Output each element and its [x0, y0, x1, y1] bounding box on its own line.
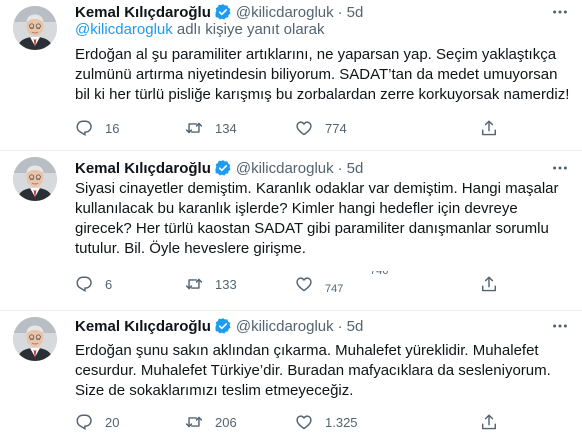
retweet-count: 133: [215, 276, 237, 292]
author-handle[interactable]: @kilicdarogluk: [236, 318, 334, 335]
share-button[interactable]: [480, 118, 498, 138]
verified-badge-icon: [214, 159, 232, 177]
like-icon: [296, 121, 312, 136]
reply-icon: [76, 120, 92, 136]
share-button[interactable]: [480, 274, 498, 294]
tweet-actions: 16 134 774: [75, 118, 505, 138]
author-name[interactable]: Kemal Kılıçdaroğlu: [75, 4, 211, 21]
separator-dot: ·: [337, 317, 343, 335]
share-button[interactable]: [480, 412, 498, 432]
tweet-text: Erdoğan al şu paramiliter artıklarını, n…: [75, 46, 570, 103]
like-count: 774: [325, 120, 347, 136]
more-options-icon[interactable]: [550, 316, 570, 336]
more-options-icon[interactable]: [550, 158, 570, 178]
retweet-icon: [185, 278, 203, 290]
reply-count: 20: [105, 414, 120, 430]
reply-to-suffix: adlı kişiye yanıt olarak: [172, 21, 325, 38]
verified-badge-icon: [214, 3, 232, 21]
like-icon: [296, 277, 312, 292]
tweet-text: Siyasi cinayetler demiştim. Karanlık oda…: [75, 180, 559, 257]
author-name[interactable]: Kemal Kılıçdaroğlu: [75, 160, 211, 177]
reply-count: 16: [105, 120, 120, 136]
author-handle[interactable]: @kilicdarogluk: [236, 160, 334, 177]
tweet-header: Kemal Kılıçdaroğlu @kilicdarogluk · 5d: [75, 316, 363, 336]
retweet-button[interactable]: 206: [185, 412, 237, 432]
like-count: 1.325: [325, 414, 358, 430]
share-icon: [481, 276, 497, 292]
reply-context: @kilicdarogluk adlı kişiye yanıt olarak: [75, 21, 325, 38]
share-icon: [481, 120, 497, 136]
verified-badge-icon: [214, 317, 232, 335]
reply-count: 6: [105, 276, 113, 292]
retweet-count: 206: [215, 414, 237, 430]
like-icon: [296, 415, 312, 430]
like-button[interactable]: 747: [295, 274, 344, 295]
tweet-header: Kemal Kılıçdaroğlu @kilicdarogluk · 5d: [75, 158, 363, 178]
like-button[interactable]: 774: [295, 118, 347, 138]
tweet-1[interactable]: Kemal Kılıçdaroğlu @kilicdarogluk · 5d @…: [0, 0, 582, 150]
author-handle[interactable]: @kilicdarogluk: [236, 4, 334, 21]
reply-icon: [76, 276, 92, 292]
like-count: 747: [325, 283, 344, 295]
tweet-actions: 20 206 1.325: [75, 412, 505, 432]
author-name[interactable]: Kemal Kılıçdaroğlu: [75, 318, 211, 335]
reply-to-handle-link[interactable]: @kilicdarogluk: [75, 21, 173, 38]
retweet-button[interactable]: 134: [185, 118, 237, 138]
tweet-text: Erdoğan şunu sakın aklından çıkarma. Muh…: [75, 342, 551, 399]
avatar[interactable]: [13, 6, 57, 50]
reply-button[interactable]: 16: [75, 118, 119, 138]
tweet-time[interactable]: 5d: [347, 4, 364, 21]
retweet-icon: [185, 416, 203, 428]
tweet-time[interactable]: 5d: [347, 318, 364, 335]
reply-icon: [76, 414, 92, 430]
retweet-icon: [185, 122, 203, 134]
tweet-header: Kemal Kılıçdaroğlu @kilicdarogluk · 5d: [75, 2, 363, 22]
retweet-count: 134: [215, 120, 237, 136]
share-icon: [481, 414, 497, 430]
like-button[interactable]: 1.325: [295, 412, 358, 432]
retweet-button[interactable]: 133: [185, 274, 237, 294]
tweet-actions: 6 133 747: [75, 274, 505, 295]
tweet-time[interactable]: 5d: [347, 160, 364, 177]
tweet-2[interactable]: Kemal Kılıçdaroğlu @kilicdarogluk · 5d S…: [0, 151, 582, 310]
more-options-icon[interactable]: [550, 2, 570, 22]
avatar[interactable]: [13, 317, 57, 361]
avatar[interactable]: [13, 157, 57, 201]
reply-button[interactable]: 20: [75, 412, 119, 432]
reply-button[interactable]: 6: [75, 274, 112, 294]
tweet-3[interactable]: Kemal Kılıçdaroğlu @kilicdarogluk · 5d E…: [0, 311, 582, 437]
separator-dot: ·: [337, 3, 343, 21]
separator-dot: ·: [337, 159, 343, 177]
